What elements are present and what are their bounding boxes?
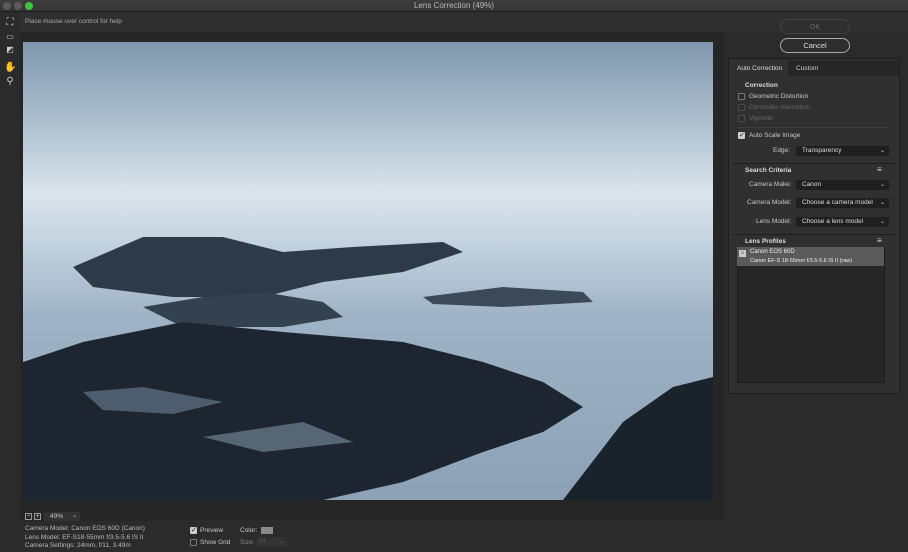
divider [738, 127, 888, 128]
camera-make-value: Canon [802, 181, 822, 188]
tab-auto-correction[interactable]: Auto Correction [729, 61, 788, 76]
lens-profiles-heading: Lens Profiles [745, 238, 786, 245]
tab-custom[interactable]: Custom [788, 61, 899, 76]
show-grid-label: Show Grid [200, 539, 231, 546]
preview-checkbox[interactable] [190, 526, 197, 534]
auto-scale-label: Auto Scale Image [749, 132, 801, 139]
profiles-menu-icon[interactable]: ≡ [877, 236, 882, 245]
ok-button[interactable]: OK [780, 19, 850, 34]
divider [733, 234, 895, 235]
camera-settings-info: Camera Settings: 24mm, f/11, 3.49m [25, 542, 131, 549]
vignette-label: Vignette [749, 115, 773, 122]
camera-model-info: Camera Model: Canon EOS 60D (Canon) [25, 525, 145, 532]
chevron-down-icon: ⌄ [879, 219, 885, 225]
help-text: Place mouse over control for help [25, 18, 122, 25]
lens-profiles-list[interactable] [737, 247, 885, 383]
camera-model-select[interactable]: Choose a camera model ⌄ [796, 198, 889, 208]
image-info: Camera Model: Canon EOS 60D (Canon) Lens… [25, 525, 145, 551]
preview-label: Preview [200, 527, 224, 534]
camera-model-label: Camera Model: [747, 199, 792, 206]
title-bar: Lens Correction (49%) [0, 0, 908, 12]
vignette-checkbox[interactable] [738, 115, 745, 122]
camera-make-label: Camera Make: [749, 181, 792, 188]
chevron-down-icon: ⌄ [879, 148, 885, 154]
profile-camera: Canon EOS 60D [750, 249, 795, 255]
divider [733, 163, 895, 164]
grid-color-label: Color: [240, 527, 258, 534]
zoom-level-select[interactable]: 49% ⌄ [44, 512, 80, 521]
auto-scale-checkbox[interactable] [738, 131, 745, 139]
search-menu-icon[interactable]: ≡ [877, 165, 882, 174]
chevron-down-icon: ⌄ [278, 539, 284, 545]
remove-distortion-tool-icon[interactable]: ⛶ [4, 17, 16, 29]
zoom-value: 49% [50, 513, 64, 520]
hand-tool-icon[interactable]: ✋ [4, 62, 16, 74]
geometric-distortion-label: Geometric Distortion [749, 93, 809, 100]
camera-model-value: Choose a camera model [802, 199, 873, 206]
chromatic-aberration-label: Chromatic Aberration [749, 104, 811, 111]
home-icon: ⌂ [739, 250, 746, 257]
zoom-tool-icon[interactable]: ⚲ [4, 76, 16, 88]
cancel-button[interactable]: Cancel [780, 38, 850, 53]
chevron-down-icon: ⌄ [879, 182, 885, 188]
edge-value: Transparency [802, 147, 842, 154]
chevron-down-icon: ⌄ [71, 513, 77, 519]
preview-image[interactable] [23, 42, 713, 500]
lens-profile-item[interactable]: ⌂ Canon EOS 60D Canon EF-S 18-55mm f/3.5… [737, 247, 884, 266]
zoom-in-button[interactable]: + [34, 513, 41, 520]
grid-size-select[interactable]: 64 ⌄ [256, 537, 287, 547]
help-bar [20, 12, 908, 32]
edge-label: Edge: [773, 147, 790, 154]
window-title: Lens Correction (49%) [413, 1, 495, 10]
lens-model-info: Lens Model: EF-S18-55mm f/3.5-5.6 IS II [25, 533, 144, 541]
geometric-distortion-checkbox[interactable] [738, 93, 745, 100]
seascape-photo [23, 42, 713, 500]
camera-make-select[interactable]: Canon ⌄ [796, 180, 889, 190]
grid-color-swatch[interactable] [261, 527, 273, 534]
edge-select[interactable]: Transparency ⌄ [796, 146, 889, 156]
search-criteria-heading: Search Criteria [745, 167, 792, 174]
show-grid-checkbox[interactable] [190, 539, 197, 546]
lens-model-select[interactable]: Choose a lens model ⌄ [796, 217, 889, 227]
tool-bar: ⛶ ▭ ◩ ✋ ⚲ [0, 12, 20, 552]
correction-heading: Correction [745, 82, 778, 89]
grid-size-value: 64 [259, 539, 266, 545]
chromatic-aberration-checkbox[interactable] [738, 104, 745, 111]
lens-model-label: Lens Model: [756, 218, 792, 225]
move-grid-tool-icon[interactable]: ◩ [4, 44, 16, 56]
profile-lens: Canon EF-S 18-55mm f/3.5-5.6 IS II (raw) [750, 258, 853, 264]
zoom-out-button[interactable]: − [25, 513, 32, 520]
chevron-down-icon: ⌄ [879, 200, 885, 206]
grid-size-label: Size: [240, 539, 255, 546]
lens-model-value: Choose a lens model [802, 218, 864, 225]
straighten-tool-icon[interactable]: ▭ [4, 31, 16, 43]
